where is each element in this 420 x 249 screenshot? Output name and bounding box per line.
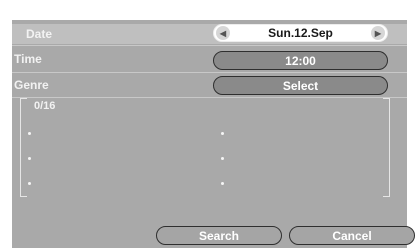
search-button[interactable]: Search bbox=[156, 226, 282, 245]
list-item[interactable] bbox=[221, 157, 224, 160]
list-item[interactable] bbox=[28, 182, 31, 185]
row-divider bbox=[12, 45, 407, 46]
date-label: Date bbox=[26, 27, 53, 41]
cancel-button-label: Cancel bbox=[332, 228, 372, 243]
genre-value: Select bbox=[282, 78, 319, 93]
date-value: Sun.12.Sep bbox=[268, 26, 333, 40]
cancel-button[interactable]: Cancel bbox=[289, 226, 415, 245]
row-divider bbox=[12, 72, 407, 73]
list-item[interactable] bbox=[28, 157, 31, 160]
list-item[interactable] bbox=[221, 132, 224, 135]
list-item[interactable] bbox=[28, 132, 31, 135]
list-item[interactable] bbox=[221, 182, 224, 185]
triangle-left-icon[interactable]: ◀ bbox=[216, 26, 230, 40]
result-list: 0/16 bbox=[20, 98, 390, 197]
time-field[interactable]: 12:00 bbox=[213, 51, 388, 70]
time-label: Time bbox=[14, 52, 42, 66]
search-button-label: Search bbox=[198, 228, 240, 243]
list-bracket-right bbox=[383, 98, 390, 197]
time-value: 12:00 bbox=[285, 53, 316, 68]
genre-label: Genre bbox=[14, 78, 49, 92]
result-count: 0/16 bbox=[34, 100, 56, 112]
list-bracket-left bbox=[20, 98, 27, 197]
date-selector[interactable]: ◀ Sun.12.Sep ▶ bbox=[213, 24, 388, 42]
genre-select-button[interactable]: Select bbox=[213, 76, 388, 95]
triangle-right-icon[interactable]: ▶ bbox=[371, 26, 385, 40]
